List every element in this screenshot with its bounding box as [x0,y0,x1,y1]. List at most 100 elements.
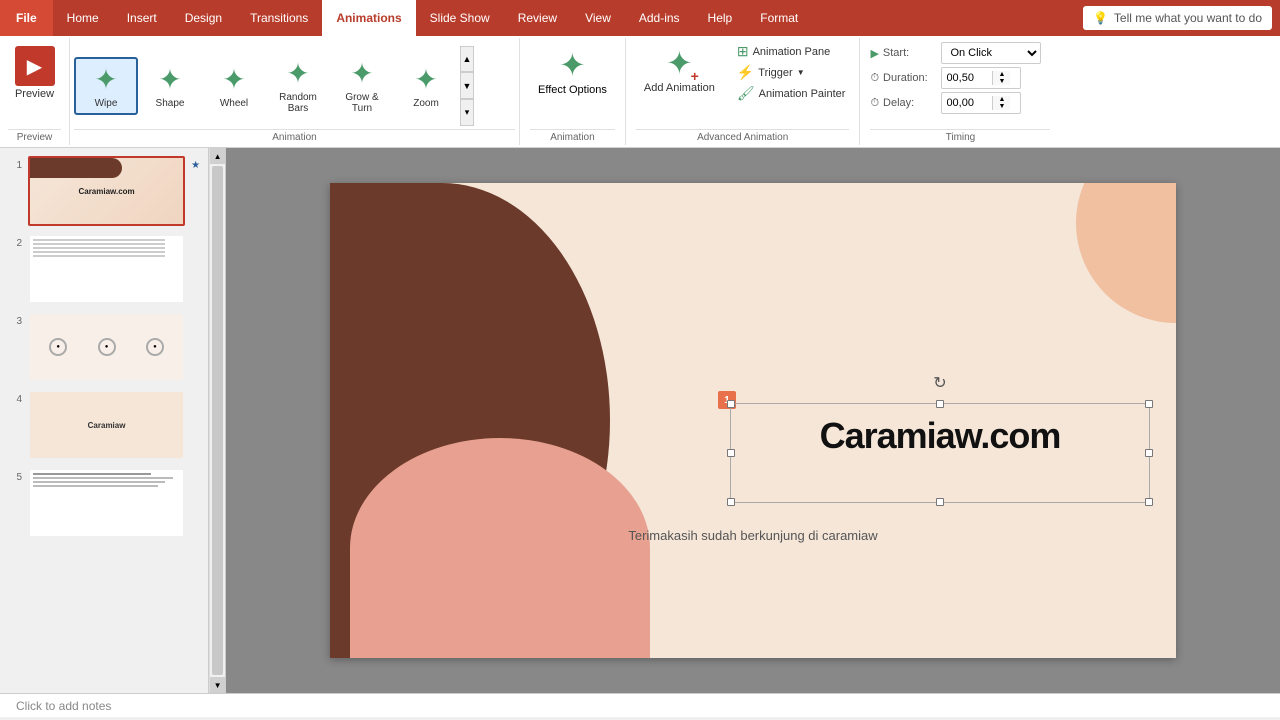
tab-transitions[interactable]: Transitions [236,0,322,36]
slide-title[interactable]: Caramiaw.com [730,415,1150,457]
slide-num-5: 5 [8,468,22,483]
slide-thumb-1[interactable]: 1 Caramiaw.com ★ [8,156,200,226]
add-animation-icon: ✦+ [666,44,693,82]
effect-options-button[interactable]: ✦ Effect Options [530,42,615,100]
slide-star-1: ★ [191,156,200,171]
add-animation-button[interactable]: ✦+ Add Animation [636,42,723,96]
slide-preview-4: Caramiaw [30,392,183,458]
slides-scroll-up[interactable]: ▲ [210,148,225,164]
anim-wipe[interactable]: ✦ Wipe [74,57,138,115]
ribbon: ▶ Preview Preview ✦ Wipe ✦ Shape ✦ Wheel… [0,36,1280,148]
slide-img-4: Caramiaw [28,390,185,460]
slide-thumb-4[interactable]: 4 Caramiaw ★ [8,390,200,460]
tab-format[interactable]: Format [746,0,812,36]
tab-review[interactable]: Review [504,0,571,36]
start-select[interactable]: On Click [941,42,1041,64]
notes-area[interactable]: Click to add notes [0,693,1280,717]
duration-up[interactable]: ▲ [993,71,1010,78]
handle-bottom-right[interactable] [1145,498,1153,506]
duration-down[interactable]: ▼ [993,78,1010,85]
trigger-dropdown-icon: ▼ [797,68,805,77]
tell-me-bar[interactable]: 💡 Tell me what you want to do [1083,6,1272,30]
canvas-area[interactable]: 1 ↻ Caramiaw.com Terimakasih sudah berku… [226,148,1280,693]
tab-home[interactable]: Home [53,0,113,36]
slide-blob-peach [350,438,650,658]
gallery-scroll-up[interactable]: ▲ [460,46,474,73]
slides-scroll-down[interactable]: ▼ [210,677,225,693]
slide-thumb-5[interactable]: 5 ★ [8,468,200,538]
anim-shape[interactable]: ✦ Shape [138,57,202,115]
lightbulb-icon: 💡 [1093,11,1108,25]
tab-view[interactable]: View [571,0,625,36]
anim-grow-turn[interactable]: ✦ Grow & Turn [330,51,394,120]
slide-blob-light [1076,183,1176,323]
slide-num-4: 4 [8,390,22,405]
handle-top-right[interactable] [1145,400,1153,408]
slide-thumb-2[interactable]: 2 ★ [8,234,200,304]
ribbon-section-advanced: ✦+ Add Animation ⊞ Animation Pane ⚡ Trig… [626,38,861,145]
animation-painter-label: Animation Painter [759,88,846,100]
delay-input[interactable] [942,96,992,110]
animation-painter-button[interactable]: 🖌 Animation Painter [733,84,850,103]
zoom-icon: ✦ [414,63,437,96]
delay-spinners: ▲ ▼ [992,96,1010,110]
selected-textbox[interactable]: 1 ↻ Caramiaw.com [730,403,1150,503]
animation-pane-button[interactable]: ⊞ Animation Pane [733,42,850,61]
circle3: ● [146,338,164,356]
tab-slideshow[interactable]: Slide Show [416,0,504,36]
handle-bottom-left[interactable] [727,498,735,506]
start-label: ▶ Start: [870,47,935,60]
circle2: ● [98,338,116,356]
zoom-label: Zoom [413,98,439,109]
advanced-top: ✦+ Add Animation ⊞ Animation Pane ⚡ Trig… [636,42,850,129]
timing-duration-row: ⏱ Duration: ▲ ▼ [870,67,1050,89]
duration-spinners: ▲ ▼ [992,71,1010,85]
duration-text: Duration: [883,72,928,84]
slide-img-5 [28,468,185,538]
tab-design[interactable]: Design [171,0,236,36]
effect-options-icon: ✦ [559,46,586,84]
preview-button[interactable]: ▶ Preview [11,42,59,104]
slides-panel-container: 1 Caramiaw.com ★ 2 [0,148,226,693]
handle-bottom-middle[interactable] [936,498,944,506]
tab-addins[interactable]: Add-ins [625,0,694,36]
animation-gallery-section: ✦ Wipe ✦ Shape ✦ Wheel ✦ Random Bars ✦ G… [70,38,520,145]
duration-input[interactable] [942,71,992,85]
slide-subtitle[interactable]: Terimakasih sudah berkunjung di caramiaw [330,528,1176,543]
slide-canvas[interactable]: 1 ↻ Caramiaw.com Terimakasih sudah berku… [330,183,1176,658]
animation-gallery-inner: ✦ Wipe ✦ Shape ✦ Wheel ✦ Random Bars ✦ G… [74,42,515,129]
ribbon-section-timing: ▶ Start: On Click ⏱ Duration: ▲ ▼ ⏱ [860,38,1060,145]
tab-file[interactable]: File [0,0,53,36]
anim-random-bars[interactable]: ✦ Random Bars [266,51,330,120]
slide-num-1: 1 [8,156,22,171]
animation-pane-label: Animation Pane [753,46,831,58]
delay-label: ⏱ Delay: [870,97,935,110]
rotate-handle[interactable]: ↻ [933,373,946,393]
animation-pane-icon: ⊞ [737,43,749,60]
handle-top-left[interactable] [727,400,735,408]
slides-scroll-thumb [212,166,223,675]
tab-animations[interactable]: Animations [322,0,415,36]
trigger-label: Trigger [758,67,792,79]
tab-help[interactable]: Help [694,0,747,36]
delay-up[interactable]: ▲ [993,96,1010,103]
delay-text: Delay: [883,97,914,109]
gallery-scroll-down[interactable]: ▼ [460,72,474,99]
slide-preview-3: ● ● ● [30,314,183,380]
slide-thumb-3[interactable]: 3 ● ● ● ★ [8,312,200,382]
tab-insert[interactable]: Insert [113,0,171,36]
trigger-button[interactable]: ⚡ Trigger ▼ [733,63,850,82]
preview-section-label: Preview [8,129,61,143]
ribbon-section-effect: ✦ Effect Options Animation [520,38,626,145]
delay-down[interactable]: ▼ [993,103,1010,110]
duration-spinner: ▲ ▼ [941,67,1021,89]
duration-label: ⏱ Duration: [870,72,935,85]
anim-wheel[interactable]: ✦ Wheel [202,57,266,115]
ribbon-tabs: File Home Insert Design Transitions Anim… [0,0,1280,36]
gallery-expand[interactable]: ▾ [460,99,474,126]
wheel-label: Wheel [220,98,248,109]
anim-zoom[interactable]: ✦ Zoom [394,57,458,115]
duration-icon: ⏱ [870,72,879,85]
gallery-scrollbar: ▲ ▼ ▾ [460,46,474,126]
handle-top-middle[interactable] [936,400,944,408]
